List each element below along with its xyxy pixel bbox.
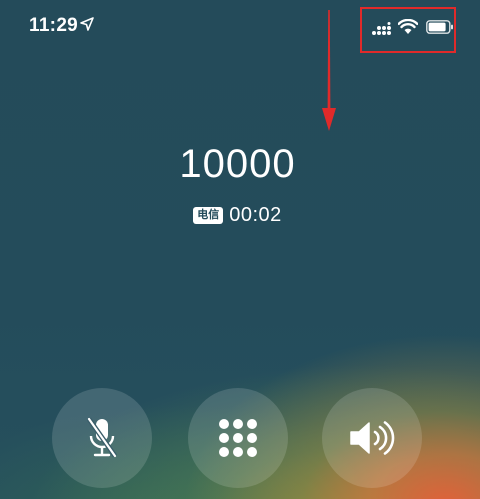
call-meta: 电信 00:02 — [0, 204, 475, 227]
caller-number: 10000 — [179, 142, 296, 186]
cellular-signal-icon — [372, 22, 391, 35]
speaker-icon — [350, 421, 395, 455]
location-arrow-icon — [80, 17, 94, 31]
microphone-muted-icon — [86, 417, 118, 458]
wifi-icon — [398, 19, 418, 34]
red-arrow-annotation — [322, 10, 336, 131]
status-bar: 11:29 — [0, 0, 480, 53]
mute-button[interactable] — [52, 388, 152, 488]
status-icons-highlight-box — [360, 7, 456, 53]
battery-icon — [426, 20, 453, 34]
keypad-icon — [219, 419, 257, 457]
call-duration: 00:02 — [229, 204, 282, 226]
keypad-button[interactable] — [188, 388, 288, 488]
status-time: 11:29 — [29, 15, 79, 36]
carrier-badge: 电信 — [193, 207, 224, 224]
speaker-button[interactable] — [322, 388, 422, 488]
